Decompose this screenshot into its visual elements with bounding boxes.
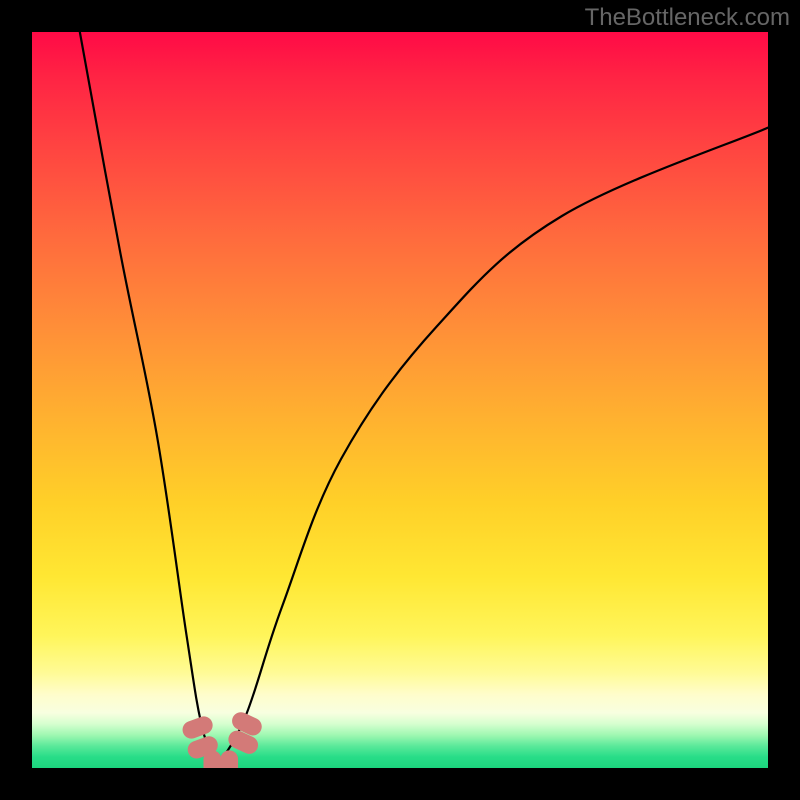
marker-capsule bbox=[203, 750, 221, 768]
marker-capsule bbox=[220, 750, 238, 768]
plot-area bbox=[32, 32, 768, 768]
bottom-markers bbox=[180, 709, 265, 768]
chart-frame: TheBottleneck.com bbox=[0, 0, 800, 800]
watermark-text: TheBottleneck.com bbox=[585, 4, 790, 32]
bottleneck-curve bbox=[80, 32, 768, 768]
curve-layer bbox=[32, 32, 768, 768]
